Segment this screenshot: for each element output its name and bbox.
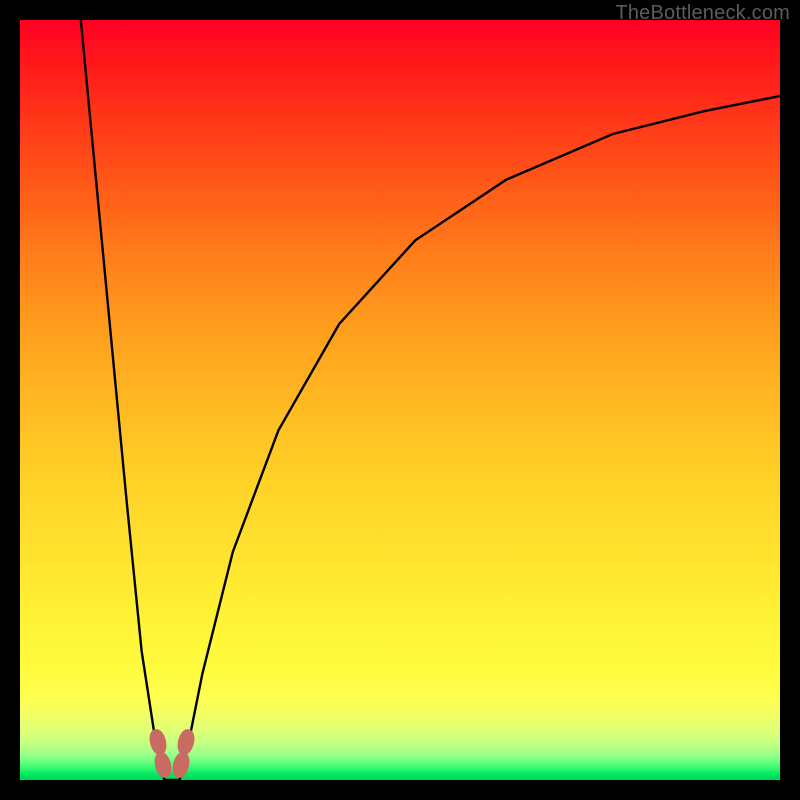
chart-frame: TheBottleneck.com [0,0,800,800]
plot-area [20,20,780,780]
marker-right-upper [175,727,197,756]
marker-layer [20,20,780,780]
marker-right-lower [170,750,192,779]
watermark-text: TheBottleneck.com [615,2,790,25]
marker-left-lower [152,750,174,779]
